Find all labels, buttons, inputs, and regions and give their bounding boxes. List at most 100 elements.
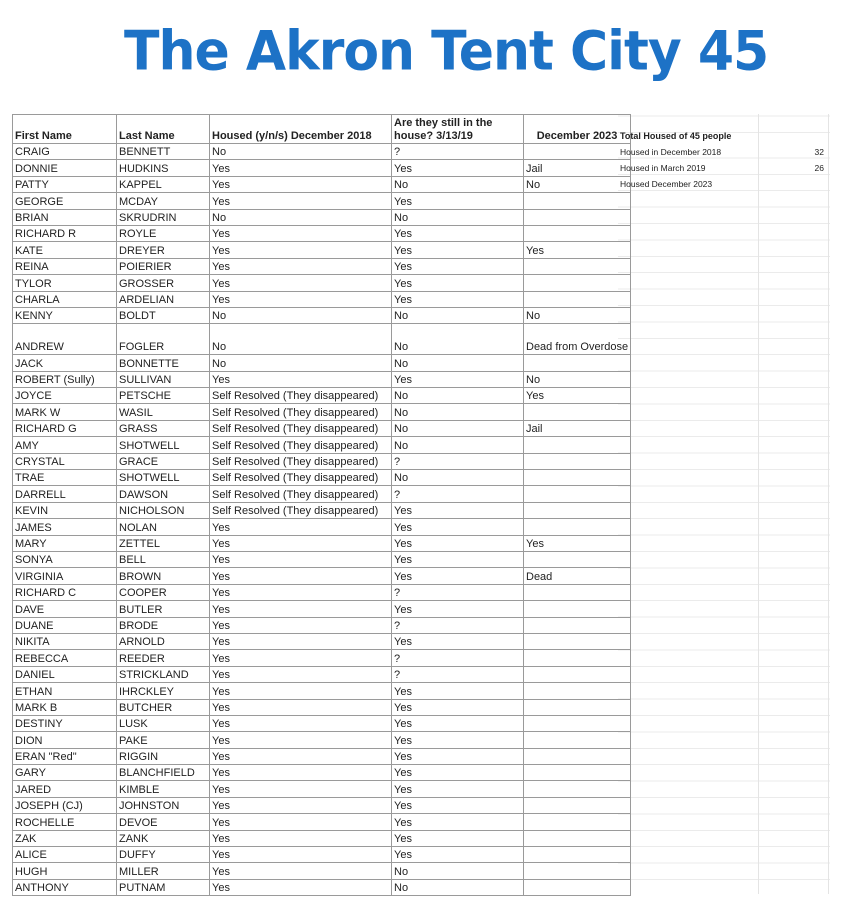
- first-name-cell: RICHARD C: [12, 583, 117, 602]
- first-name-cell: ANDREW: [12, 323, 117, 356]
- december-2023-cell: Dead: [522, 567, 632, 585]
- first-name-cell: AMY: [12, 436, 117, 454]
- summary-row: Housed in December 2018 32: [620, 144, 828, 160]
- table-row: DION PAKE Yes Yes: [12, 731, 632, 749]
- still-housed-cell: Yes: [391, 731, 524, 749]
- still-housed-cell: Yes: [391, 224, 524, 243]
- december-2023-cell: [522, 616, 632, 634]
- housed-2018-cell: Self Resolved (They disappeared): [209, 387, 392, 405]
- table-row: CHARLA ARDELIAN Yes Yes: [12, 290, 632, 308]
- still-housed-cell: Yes: [391, 764, 524, 782]
- table-row: ANDREW FOGLER No No Dead from Overdose: [12, 323, 632, 356]
- last-name-cell: ARNOLD: [116, 632, 210, 651]
- last-name-cell: BELL: [116, 550, 210, 569]
- first-name-cell: ALICE: [12, 846, 117, 864]
- table-row: DARRELL DAWSON Self Resolved (They disappe…: [12, 485, 632, 503]
- last-name-cell: BRODE: [116, 616, 210, 634]
- housed-2018-cell: Yes: [209, 698, 392, 716]
- first-name-cell: BRIAN: [12, 208, 117, 226]
- first-name-cell: MARK W: [12, 403, 117, 421]
- last-name-cell: PAKE: [116, 731, 210, 749]
- page-title: The Akron Tent City 45: [124, 20, 769, 84]
- table-row: JACK BONNETTE No No: [12, 354, 632, 372]
- housed-2018-cell: Self Resolved (They disappeared): [209, 452, 392, 471]
- december-2023-cell: [522, 469, 632, 487]
- housed-2018-cell: Yes: [209, 370, 392, 389]
- still-housed-cell: No: [391, 878, 524, 897]
- first-name-cell: DESTINY: [12, 714, 117, 733]
- housed-2018-cell: Yes: [209, 583, 392, 602]
- table-row: BRIAN SKRUDRIN No No: [12, 208, 632, 226]
- housed-2018-cell: Self Resolved (They disappeared): [209, 501, 392, 520]
- last-name-cell: MCDAY: [116, 192, 210, 210]
- last-name-cell: BONNETTE: [116, 354, 210, 372]
- still-housed-cell: No: [391, 419, 524, 438]
- still-housed-cell: Yes: [391, 274, 524, 292]
- first-name-cell: JOSEPH (CJ): [12, 796, 117, 815]
- table-row: ZAK ZANK Yes Yes: [12, 829, 632, 848]
- first-name-cell: DANIEL: [12, 665, 117, 684]
- still-housed-cell: No: [391, 436, 524, 454]
- last-name-cell: REEDER: [116, 649, 210, 667]
- table-row: DUANE BRODE Yes?: [12, 616, 632, 634]
- last-name-cell: ARDELIAN: [116, 290, 210, 308]
- last-name-cell: COOPER: [116, 583, 210, 602]
- still-housed-cell: No: [391, 323, 524, 356]
- december-2023-cell: [522, 192, 632, 210]
- last-name-cell: SULLIVAN: [116, 370, 210, 389]
- first-name-cell: JACK: [12, 354, 117, 372]
- december-2023-cell: Jail: [522, 419, 632, 438]
- housed-2018-cell: Yes: [209, 682, 392, 700]
- housed-2018-cell: No: [209, 208, 392, 226]
- table-row: RICHARD G GRASS Self Resolved (They disapp…: [12, 419, 632, 438]
- first-name-cell: ANTHONY: [12, 878, 117, 897]
- housed-2018-cell: Yes: [209, 829, 392, 848]
- table-header-row: First Name Last Name Housed (y/n/s) Dece…: [12, 114, 632, 144]
- december-2023-cell: [522, 485, 632, 503]
- housed-2018-cell: Yes: [209, 159, 392, 177]
- table-row: ROBERT (Sully) SULLIVAN Yes Yes No: [12, 370, 632, 389]
- table-row: KENNY BOLDT No No No: [12, 306, 632, 325]
- housed-2018-cell: Yes: [209, 257, 392, 276]
- last-name-cell: IHRCKLEY: [116, 682, 210, 700]
- december-2023-cell: [522, 764, 632, 782]
- first-name-cell: KENNY: [12, 306, 117, 325]
- still-housed-cell: ?: [391, 665, 524, 684]
- table-row: GARY BLANCHFIELD Yes Yes: [12, 764, 632, 782]
- spreadsheet-empty-grid: [618, 114, 830, 894]
- table-row: MARY ZETTEL Yes Yes Yes: [12, 534, 632, 552]
- december-2023-cell: Yes: [522, 534, 632, 552]
- still-housed-cell: ?: [391, 452, 524, 471]
- table-row: NIKITA ARNOLD Yes Yes: [12, 632, 632, 651]
- last-name-cell: ZANK: [116, 829, 210, 848]
- first-name-cell: ETHAN: [12, 682, 117, 700]
- december-2023-cell: [522, 649, 632, 667]
- table-row: ERAN "Red" RIGGIN Yes Yes: [12, 747, 632, 766]
- last-name-cell: WASIL: [116, 403, 210, 421]
- december-2023-cell: [522, 290, 632, 308]
- header-december-2023: December 2023: [522, 114, 632, 144]
- summary-label: Housed in December 2018: [620, 147, 722, 157]
- housed-2018-cell: Self Resolved (They disappeared): [209, 436, 392, 454]
- housed-2018-cell: Yes: [209, 224, 392, 243]
- first-name-cell: ROCHELLE: [12, 813, 117, 831]
- first-name-cell: JOYCE: [12, 387, 117, 405]
- table-row: SONYA BELL Yes Yes: [12, 550, 632, 569]
- still-housed-cell: No: [391, 862, 524, 880]
- summary-title: Total Housed of 45 people: [620, 131, 732, 141]
- first-name-cell: TYLOR: [12, 274, 117, 292]
- housed-2018-cell: Self Resolved (They disappeared): [209, 469, 392, 487]
- table-row: AMY SHOTWELL Self Resolved (They disappear…: [12, 436, 632, 454]
- housed-2018-cell: Yes: [209, 567, 392, 585]
- housed-2018-cell: No: [209, 354, 392, 372]
- last-name-cell: NOLAN: [116, 518, 210, 536]
- first-name-cell: REINA: [12, 257, 117, 276]
- first-name-cell: ERAN "Red": [12, 747, 117, 766]
- still-housed-cell: Yes: [391, 632, 524, 651]
- last-name-cell: MILLER: [116, 862, 210, 880]
- still-housed-cell: Yes: [391, 682, 524, 700]
- housed-2018-cell: Yes: [209, 175, 392, 194]
- december-2023-cell: [522, 501, 632, 520]
- december-2023-cell: [522, 583, 632, 602]
- december-2023-cell: [522, 452, 632, 471]
